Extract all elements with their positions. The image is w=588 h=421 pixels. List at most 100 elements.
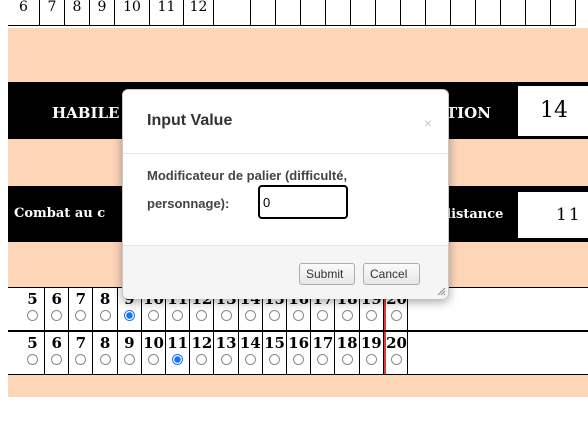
grid-number: 16 [288, 334, 310, 352]
radio-button[interactable] [123, 310, 135, 321]
resize-grip-icon[interactable] [436, 286, 446, 296]
grid-number: 14 [239, 334, 261, 352]
grid-number: 6 [51, 290, 62, 308]
radio-button[interactable] [317, 354, 329, 365]
grid-number: 7 [75, 290, 87, 308]
radio-button[interactable] [293, 354, 305, 365]
grid-number: 6 [51, 334, 62, 352]
dialog-footer: Submit Cancel [123, 245, 448, 299]
grid-number: 12 [191, 334, 213, 352]
radio-button[interactable] [148, 354, 159, 365]
top-row-cell: 9 [90, 0, 115, 26]
radio-button[interactable] [293, 310, 305, 321]
grid-cell: 15 [263, 332, 287, 374]
radio-button[interactable] [391, 310, 402, 321]
radio-button[interactable] [220, 310, 232, 321]
grid-cell: 7 [69, 332, 94, 374]
radio-button[interactable] [172, 310, 184, 321]
top-row-cell [276, 0, 301, 26]
top-row-cell [376, 0, 401, 26]
top-row-cell [551, 0, 576, 26]
input-value-dialog: Input Value × Modificateur de palier (di… [122, 89, 449, 299]
top-row-cell [476, 0, 501, 26]
submit-button[interactable]: Submit [299, 263, 355, 285]
radio-button[interactable] [148, 310, 159, 321]
grid-cell: 5 [21, 288, 45, 330]
combat-label: Combat au c [14, 206, 106, 221]
grid-cell: 11 [166, 332, 191, 374]
grid-cell: 14 [239, 332, 263, 374]
grid-number: 5 [27, 290, 38, 308]
radio-button[interactable] [75, 354, 87, 365]
radio-button[interactable] [75, 310, 87, 321]
distance-label: distance [442, 207, 504, 222]
radio-button[interactable] [196, 354, 208, 365]
radio-button[interactable] [244, 310, 256, 321]
radio-grid-2: 5 6 7 8 9 10 11 12 13 14 15 16 17 18 19 20 [8, 331, 588, 375]
grid-cell: 8 [94, 332, 118, 374]
top-number-row: 6 7 8 9 10 11 12 [0, 0, 588, 28]
top-row-cell: 10 [115, 0, 150, 26]
radio-button[interactable] [365, 310, 377, 321]
radio-button[interactable] [244, 354, 256, 365]
radio-button[interactable] [123, 354, 135, 365]
modifier-input[interactable] [258, 185, 348, 219]
dialog-divider [123, 153, 448, 154]
grid-cell: 19 [360, 332, 384, 374]
grid-cell: 6 [45, 332, 70, 374]
top-row-cell [251, 0, 276, 26]
close-icon[interactable]: × [424, 115, 432, 131]
radio-button[interactable] [365, 354, 377, 365]
grid-cell: 13 [215, 332, 239, 374]
radio-button[interactable] [99, 354, 111, 365]
spacer-band [8, 375, 588, 397]
radio-button[interactable] [196, 310, 208, 321]
radio-button[interactable] [269, 310, 280, 321]
radio-button[interactable] [99, 310, 111, 321]
grid-cell: 17 [311, 332, 336, 374]
grid-cell: 9 [118, 332, 142, 374]
radio-button[interactable] [51, 310, 63, 321]
grid-number: 17 [312, 334, 334, 352]
combat-value: 11 [518, 192, 588, 238]
top-row-cell: 7 [40, 0, 65, 26]
dialog-prompt-line2: personnage): [147, 196, 230, 211]
grid-cell: 10 [142, 332, 166, 374]
radio-button[interactable] [27, 310, 38, 321]
grid-number: 20 [386, 334, 407, 352]
dialog-title: Input Value [147, 112, 233, 129]
grid-cell: 5 [21, 332, 45, 374]
top-row-cell [351, 0, 376, 26]
radio-button[interactable] [317, 310, 329, 321]
grid-cell: 7 [69, 288, 94, 330]
grid-number: 7 [75, 334, 87, 352]
top-row-cell: 11 [150, 0, 184, 26]
grid-number: 10 [143, 334, 164, 352]
radio-button[interactable] [27, 354, 38, 365]
radio-button[interactable] [341, 354, 353, 365]
dialog-prompt-line1: Modificateur de palier (difficulté, [147, 168, 348, 183]
radio-button[interactable] [269, 354, 280, 365]
spacer-band [8, 28, 588, 82]
radio-button[interactable] [220, 354, 232, 365]
radio-button[interactable] [51, 354, 63, 365]
top-row-cell [451, 0, 476, 26]
grid-number: 8 [99, 334, 111, 352]
grid-number: 9 [124, 334, 135, 352]
habilete-right-label: TION [446, 104, 491, 122]
top-row-cell [401, 0, 426, 26]
radio-button[interactable] [391, 354, 402, 365]
grid-number: 18 [336, 334, 358, 352]
top-row-cell [501, 0, 526, 26]
grid-number: 19 [360, 334, 382, 352]
top-row-cell [301, 0, 326, 26]
top-row-cell [214, 0, 251, 26]
radio-button[interactable] [172, 354, 184, 365]
habilete-value: 14 [518, 86, 588, 136]
cancel-button[interactable]: Cancel [363, 263, 420, 285]
grid-cell: 6 [45, 288, 70, 330]
radio-button[interactable] [341, 310, 353, 321]
grid-number: 13 [215, 334, 237, 352]
grid-cell: 18 [336, 332, 360, 374]
top-row-cell: 8 [65, 0, 90, 26]
